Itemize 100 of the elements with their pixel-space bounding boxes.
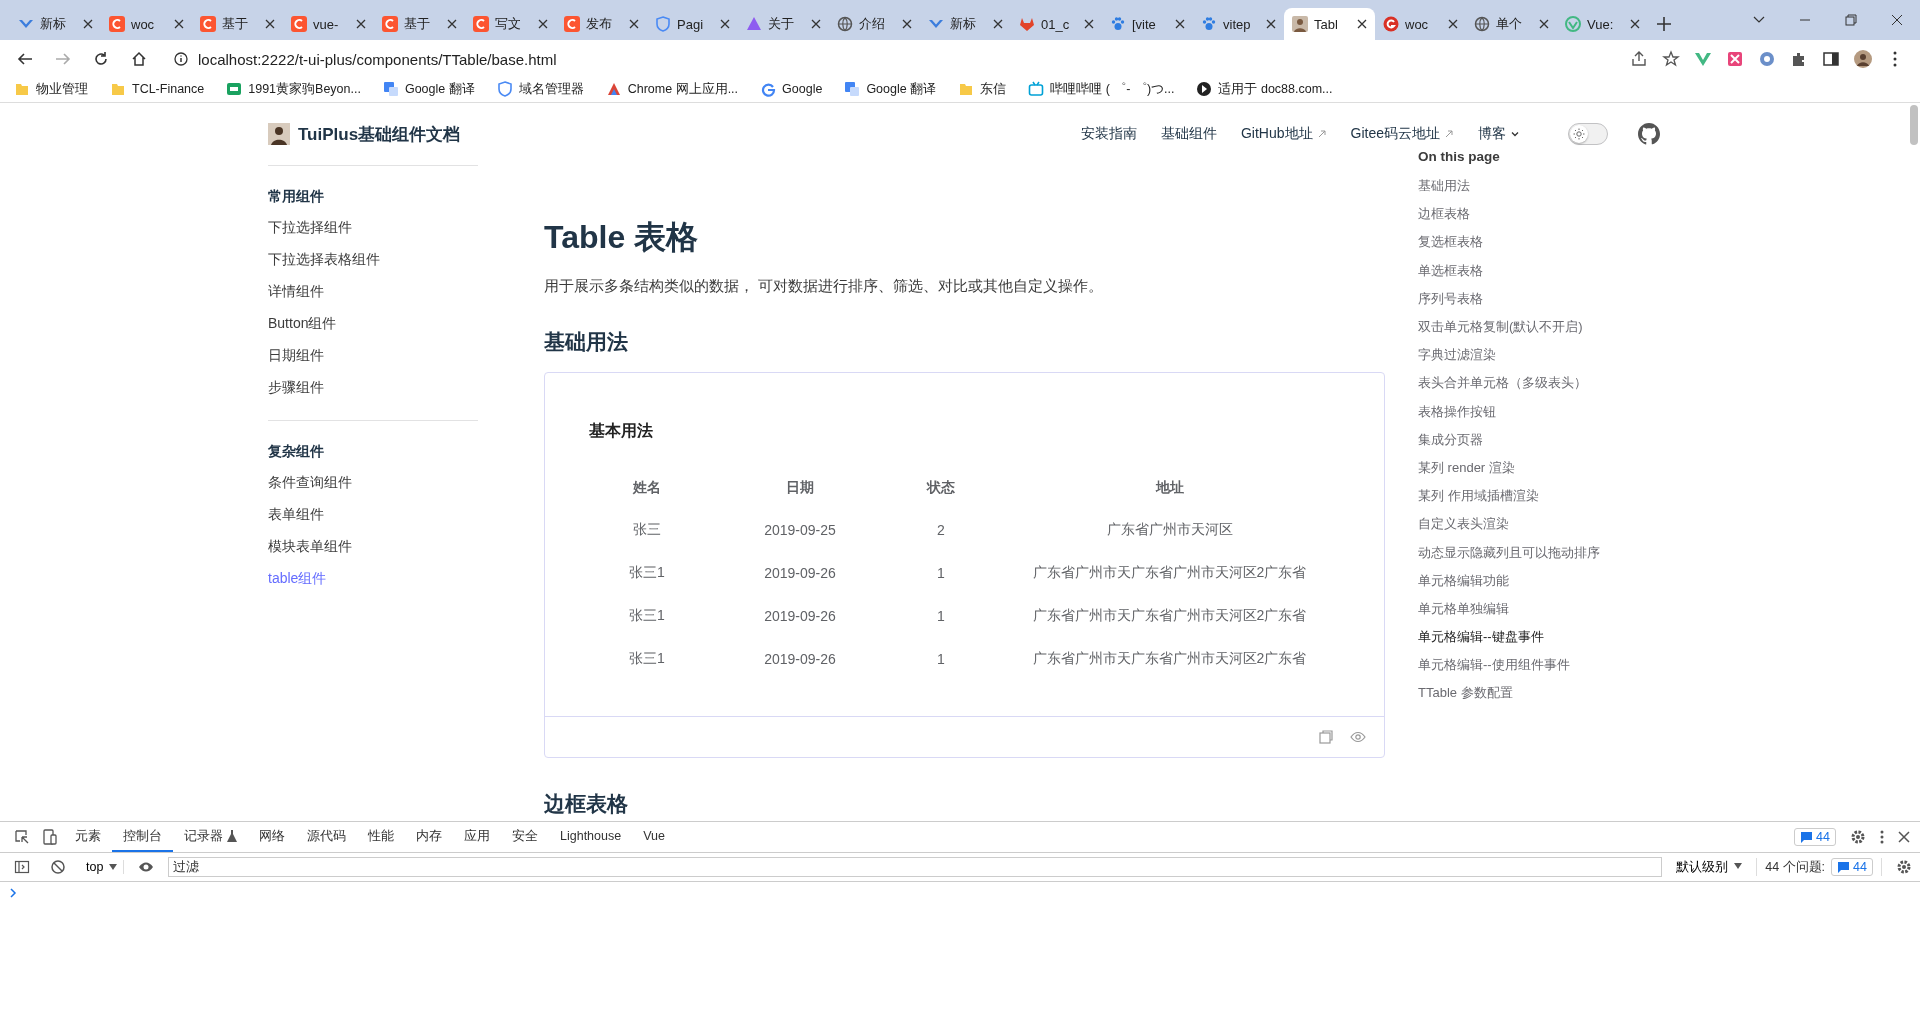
- reload-icon[interactable]: [93, 51, 109, 67]
- browser-tab[interactable]: woc: [101, 8, 192, 40]
- browser-tab[interactable]: Tabl: [1284, 8, 1375, 40]
- issues-badge[interactable]: 44: [1831, 858, 1873, 876]
- close-icon[interactable]: [1175, 19, 1185, 29]
- toc-link[interactable]: 集成分页器: [1418, 425, 1483, 454]
- theme-switch[interactable]: [1568, 123, 1608, 145]
- github-icon[interactable]: [1638, 123, 1660, 145]
- browser-tab[interactable]: 基于: [374, 8, 465, 40]
- sidebar-item[interactable]: 条件查询组件: [268, 467, 352, 499]
- filter-field[interactable]: 过滤: [168, 857, 1663, 877]
- browser-tab[interactable]: vitep: [1193, 8, 1284, 40]
- nav-link[interactable]: 博客: [1478, 125, 1520, 143]
- sidebar-item[interactable]: 详情组件: [268, 276, 324, 308]
- bookmark[interactable]: 哔哩哔哩 ( ゜- ゜)つ...: [1028, 80, 1175, 98]
- more-icon[interactable]: [1880, 830, 1884, 844]
- close-icon[interactable]: [83, 19, 93, 29]
- bookmark[interactable]: Chrome 网上应用...: [605, 80, 739, 98]
- bookmark[interactable]: Google: [760, 81, 823, 97]
- close-icon[interactable]: [447, 19, 457, 29]
- nav-link[interactable]: 基础组件: [1160, 125, 1217, 143]
- devtools-tab[interactable]: 应用: [453, 822, 501, 852]
- browser-tab[interactable]: 关于: [738, 8, 829, 40]
- toc-link[interactable]: 单元格编辑--使用组件事件: [1418, 651, 1570, 680]
- toc-link[interactable]: 某列 作用域插槽渲染: [1418, 482, 1539, 511]
- sidebar-item[interactable]: table组件: [268, 563, 327, 595]
- toc-link[interactable]: 单元格编辑--键盘事件: [1418, 623, 1544, 652]
- sidebar-item[interactable]: 步骤组件: [268, 372, 324, 404]
- bookmark[interactable]: 1991黄家驹Beyon...: [226, 80, 361, 98]
- toc-link[interactable]: 序列号表格: [1418, 284, 1483, 313]
- browser-tab[interactable]: woc: [1375, 8, 1466, 40]
- close-icon[interactable]: [811, 19, 821, 29]
- close-icon[interactable]: [902, 19, 912, 29]
- browser-tab[interactable]: [vite: [1102, 8, 1193, 40]
- prompt-icon[interactable]: [8, 888, 18, 898]
- inspect-icon[interactable]: [14, 829, 30, 845]
- extension-icon[interactable]: [1758, 50, 1776, 68]
- back-icon[interactable]: [17, 51, 33, 67]
- sidebar-item[interactable]: 日期组件: [268, 340, 324, 372]
- scrollbar-thumb[interactable]: [1910, 105, 1918, 145]
- sidebar-item[interactable]: 下拉选择表格组件: [268, 244, 380, 276]
- toc-link[interactable]: 复选框表格: [1418, 228, 1483, 257]
- device-icon[interactable]: [42, 829, 58, 845]
- toc-link[interactable]: 双击单元格复制(默认不开启): [1418, 312, 1583, 342]
- browser-tab[interactable]: 01_c: [1011, 8, 1102, 40]
- close-icon[interactable]: [1898, 831, 1910, 843]
- browser-tab[interactable]: 单个: [1466, 8, 1557, 40]
- sidebar-item[interactable]: 模块表单组件: [268, 531, 352, 563]
- sidebar-item[interactable]: 表单组件: [268, 499, 324, 531]
- browser-tab[interactable]: vue-: [283, 8, 374, 40]
- close-icon[interactable]: [1630, 19, 1640, 29]
- sidebar-icon[interactable]: [1822, 50, 1840, 68]
- devtools-tab[interactable]: 记录器: [173, 822, 248, 852]
- bookmark[interactable]: 适用于 doc88.com...: [1196, 80, 1333, 98]
- bookmark[interactable]: Google 翻译: [844, 80, 937, 98]
- devtools-tab[interactable]: 性能: [357, 822, 405, 852]
- close-icon[interactable]: [629, 19, 639, 29]
- toc-link[interactable]: 某列 render 渲染: [1418, 453, 1515, 483]
- close-icon[interactable]: [1357, 19, 1367, 29]
- info-icon[interactable]: [174, 52, 188, 66]
- browser-tab[interactable]: 发布: [556, 8, 647, 40]
- devtools-tab[interactable]: Vue: [632, 822, 676, 852]
- home-icon[interactable]: [131, 51, 147, 67]
- bookmark[interactable]: 物业管理: [14, 80, 88, 98]
- url-text[interactable]: localhost:2222/t-ui-plus/components/TTable/base.html: [198, 50, 557, 68]
- browser-tab[interactable]: 介绍: [829, 8, 920, 40]
- browser-tab[interactable]: Pagi: [647, 8, 738, 40]
- close-icon[interactable]: [1448, 19, 1458, 29]
- site-title[interactable]: TuiPlus基础组件文档: [298, 122, 461, 146]
- toc-link[interactable]: 动态显示隐藏列且可以拖动排序: [1418, 538, 1600, 567]
- level-dropdown[interactable]: 默认级别: [1670, 858, 1749, 876]
- messages-badge[interactable]: 44: [1794, 828, 1836, 846]
- devtools-tab[interactable]: 内存: [405, 822, 453, 852]
- sidebar-item[interactable]: Button组件: [268, 308, 337, 340]
- toc-link[interactable]: TTable 参数配置: [1418, 679, 1513, 708]
- nav-link[interactable]: GitHub地址: [1240, 125, 1327, 143]
- sidebar-icon[interactable]: [14, 859, 30, 875]
- close-icon[interactable]: [1084, 19, 1094, 29]
- block-icon[interactable]: [50, 859, 66, 875]
- star-icon[interactable]: [1662, 50, 1680, 68]
- browser-tab[interactable]: 写文: [465, 8, 556, 40]
- browser-tab[interactable]: 基于: [192, 8, 283, 40]
- browser-tab[interactable]: 新标: [10, 8, 101, 40]
- bookmark[interactable]: 域名管理器: [496, 80, 584, 98]
- settings-icon[interactable]: [1896, 859, 1912, 875]
- toc-link[interactable]: 基础用法: [1418, 172, 1470, 201]
- close-icon[interactable]: [356, 19, 366, 29]
- avatar-icon[interactable]: [1854, 50, 1872, 68]
- browser-tab[interactable]: 新标: [920, 8, 1011, 40]
- browser-tab[interactable]: Vue:: [1557, 8, 1648, 40]
- toc-link[interactable]: 字典过滤渲染: [1418, 341, 1496, 370]
- nav-link[interactable]: Gitee码云地址: [1350, 125, 1454, 143]
- toc-link[interactable]: 表格操作按钮: [1418, 397, 1496, 426]
- bookmark[interactable]: Google 翻译: [382, 80, 475, 98]
- bookmark[interactable]: TCL-Finance: [110, 81, 205, 97]
- add-icon[interactable]: [1657, 17, 1671, 31]
- devtools-tab[interactable]: 源代码: [296, 822, 357, 852]
- close-icon[interactable]: [1266, 19, 1276, 29]
- toc-link[interactable]: 自定义表头渲染: [1418, 510, 1509, 539]
- share-icon[interactable]: [1630, 50, 1648, 68]
